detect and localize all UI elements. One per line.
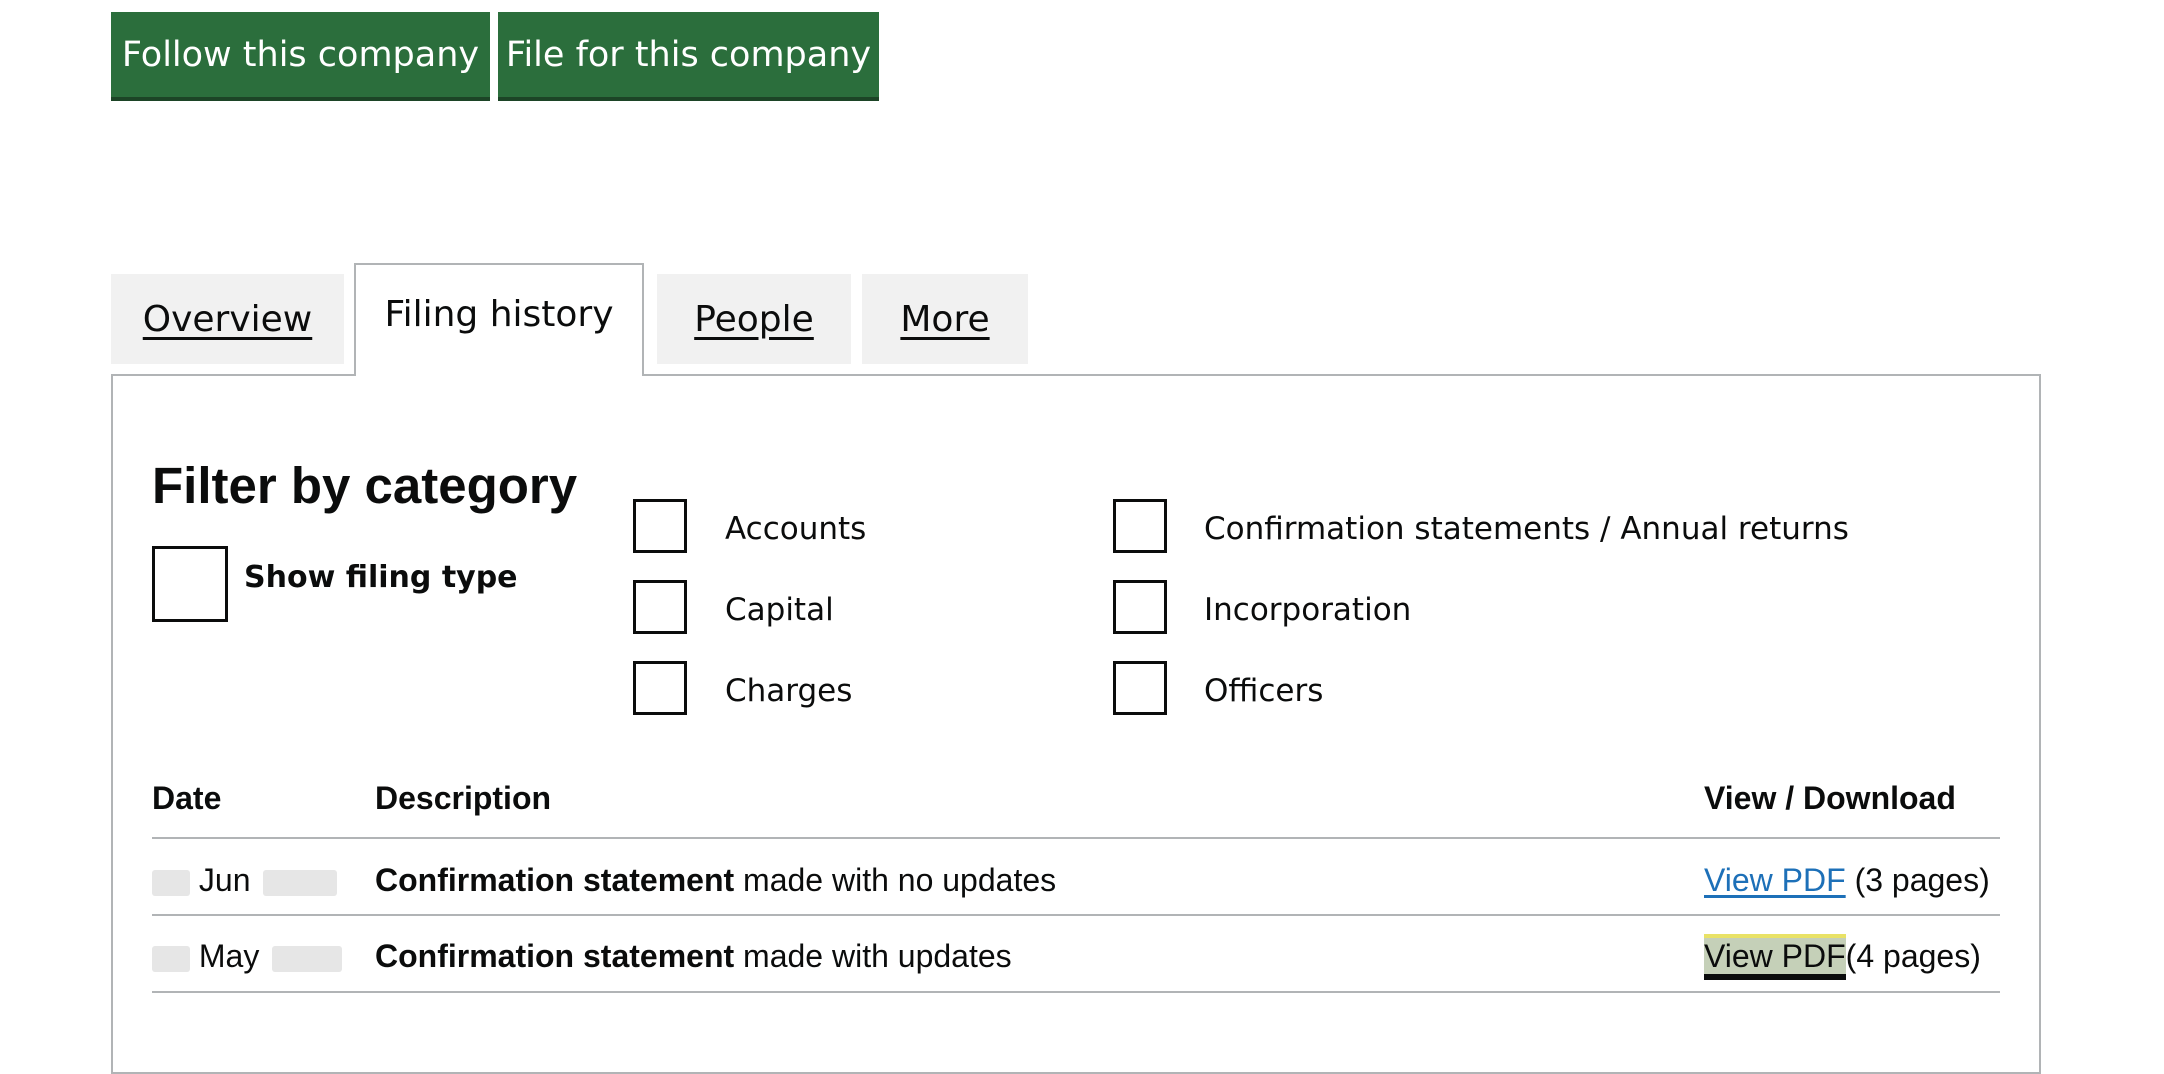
incorporation-checkbox[interactable] bbox=[1113, 580, 1167, 634]
filter-title: Filter by category bbox=[152, 457, 578, 514]
tab-filing-history[interactable]: Filing history bbox=[354, 263, 644, 376]
description-column-header: Description bbox=[375, 780, 552, 816]
description-type: Confirmation statement bbox=[375, 862, 735, 898]
view-download-column-header: View / Download bbox=[1704, 780, 1956, 816]
incorporation-label: Incorporation bbox=[1204, 592, 1412, 628]
confirmation-statements-label: Confirmation statements / Annual returns bbox=[1204, 511, 1849, 547]
date-month: Jun bbox=[198, 862, 251, 898]
capital-checkbox[interactable] bbox=[633, 580, 687, 634]
capital-label: Capital bbox=[725, 592, 834, 628]
show-filing-type-checkbox[interactable] bbox=[152, 546, 228, 622]
date-column-header: Date bbox=[152, 780, 222, 816]
table-row-date: May bbox=[152, 938, 343, 975]
accounts-label: Accounts bbox=[725, 511, 867, 547]
page-count: (3 pages) bbox=[1854, 862, 1990, 898]
table-row-date: Jun bbox=[152, 862, 338, 899]
redacted-year bbox=[263, 869, 338, 896]
description-detail: made with updates bbox=[734, 938, 1012, 974]
table-row-view: View PDF(4 pages) bbox=[1704, 938, 1981, 975]
redacted-day bbox=[152, 945, 190, 972]
tab-more[interactable]: More bbox=[862, 274, 1028, 364]
charges-label: Charges bbox=[725, 673, 853, 709]
tab-overview[interactable]: Overview bbox=[111, 274, 344, 364]
confirmation-statements-checkbox[interactable] bbox=[1113, 499, 1167, 553]
officers-checkbox[interactable] bbox=[1113, 661, 1167, 715]
redacted-year bbox=[272, 945, 343, 972]
follow-company-button[interactable]: Follow this company bbox=[111, 12, 490, 97]
table-divider bbox=[152, 991, 2000, 993]
page-count: (4 pages) bbox=[1845, 938, 1981, 974]
view-pdf-link[interactable]: View PDF bbox=[1704, 862, 1846, 898]
table-divider bbox=[152, 837, 2000, 839]
charges-checkbox[interactable] bbox=[633, 661, 687, 715]
accounts-checkbox[interactable] bbox=[633, 499, 687, 553]
show-filing-type-label: Show filing type bbox=[244, 560, 518, 595]
table-row-description: Confirmation statement made with updates bbox=[375, 938, 1012, 975]
file-for-company-button[interactable]: File for this company bbox=[498, 12, 879, 97]
description-detail: made with no updates bbox=[734, 862, 1057, 898]
view-pdf-link-focused[interactable]: View PDF bbox=[1704, 938, 1846, 974]
redacted-day bbox=[152, 869, 190, 896]
date-month: May bbox=[198, 938, 260, 974]
table-divider bbox=[152, 914, 2000, 916]
tab-people[interactable]: People bbox=[657, 274, 851, 364]
description-type: Confirmation statement bbox=[375, 938, 735, 974]
officers-label: Officers bbox=[1204, 673, 1324, 709]
table-row-description: Confirmation statement made with no upda… bbox=[375, 862, 1056, 899]
table-row-view: View PDF (3 pages) bbox=[1704, 862, 1990, 899]
